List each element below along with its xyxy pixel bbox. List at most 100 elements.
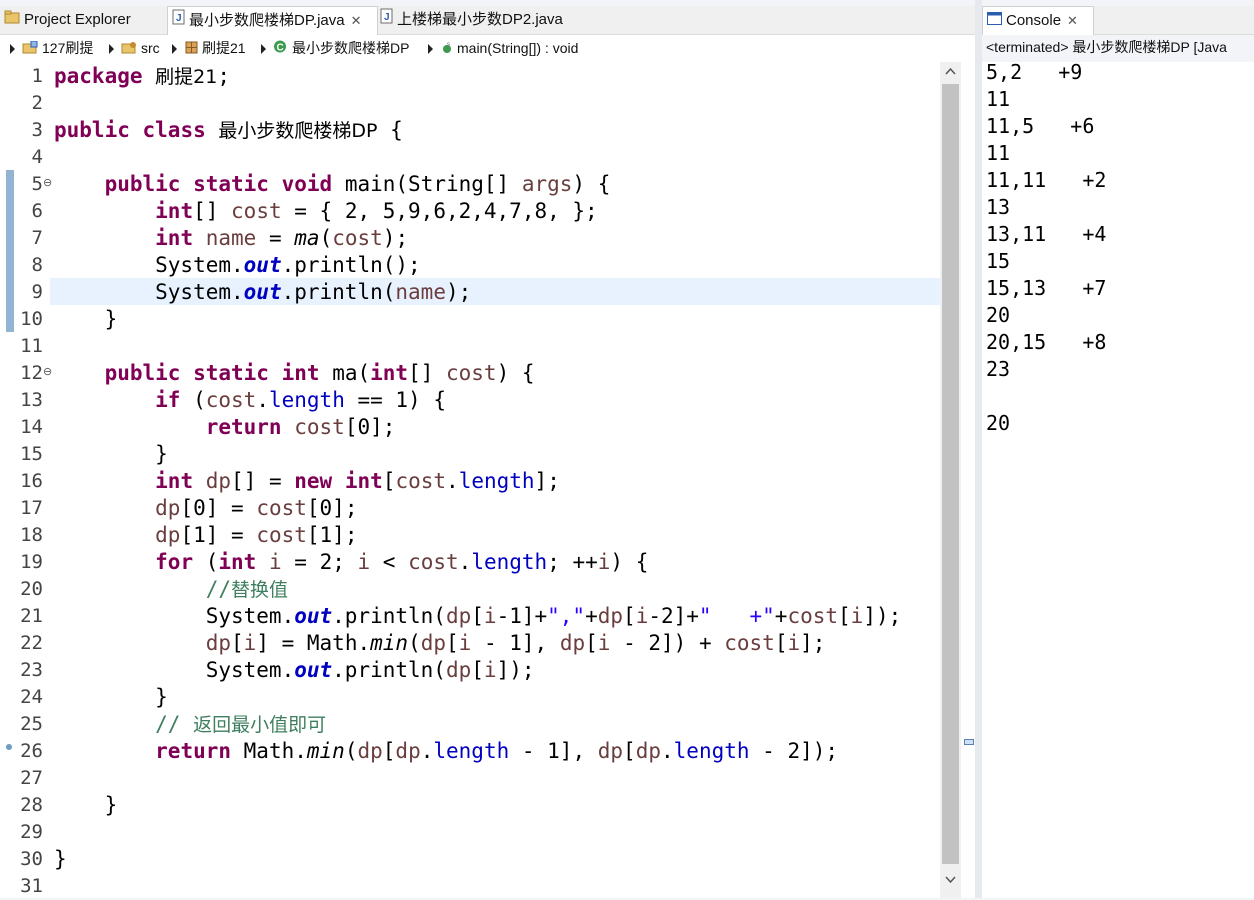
console-line: 11,11 +2 <box>986 168 1107 192</box>
code-text: ); <box>445 280 472 304</box>
scroll-up-icon[interactable] <box>943 64 958 80</box>
line-number: 5 <box>31 173 43 195</box>
console-line: 13,11 +4 <box>986 222 1107 246</box>
line-number: 19 <box>20 551 43 573</box>
overview-ruler-marker[interactable] <box>964 739 974 745</box>
code-comment: // <box>155 712 194 736</box>
line-number: 31 <box>20 875 43 897</box>
code-text: . <box>420 739 434 763</box>
panel-divider[interactable] <box>975 0 982 898</box>
code-variable: dp <box>155 496 181 520</box>
code-text: + <box>774 604 788 628</box>
close-icon[interactable]: ✕ <box>351 13 362 28</box>
code-variable: dp <box>597 739 624 763</box>
package-icon <box>185 36 198 63</box>
code-text: ]; <box>534 469 560 493</box>
breadcrumb: 127刷提 src 刷提21 C 最小步数爬楼梯DP s main(String[]… <box>0 35 975 62</box>
code-text: [ <box>446 631 459 655</box>
code-text: [] <box>408 361 446 385</box>
code-field: length <box>433 739 510 763</box>
code-line-3: public class 最小步数爬楼梯DP { <box>54 117 403 144</box>
breadcrumb-class[interactable]: C 最小步数爬楼梯DP <box>273 35 409 63</box>
code-variable: i <box>483 604 497 628</box>
tab-console[interactable]: Console ✕ <box>982 6 1094 35</box>
code-keyword: if <box>155 388 181 412</box>
code-keyword: int <box>155 199 194 223</box>
tab-other-file[interactable]: J 上楼梯最小步数DP2.java <box>380 6 580 34</box>
code-variable: dp <box>155 523 181 547</box>
code-line-24: } <box>54 685 168 709</box>
tab-label: Project Explorer <box>24 11 131 28</box>
method-icon: s <box>441 36 453 63</box>
tab-active-file[interactable]: J 最小步数爬楼梯DP.java ✕ <box>167 6 378 35</box>
source-folder-icon <box>121 36 137 63</box>
scrollbar-thumb[interactable] <box>942 84 959 864</box>
code-text: System. <box>54 658 295 682</box>
tab-project-explorer[interactable]: Project Explorer <box>4 6 164 34</box>
line-number: 30 <box>20 848 43 870</box>
breadcrumb-method[interactable]: s main(String[]) : void <box>441 35 578 63</box>
code-keyword: public <box>54 118 130 142</box>
code-variable: dp <box>445 604 472 628</box>
code-variable: dp <box>597 604 624 628</box>
code-text: System. <box>54 280 244 304</box>
scroll-down-icon[interactable] <box>943 871 958 887</box>
code-text: .println( <box>332 604 446 628</box>
code-variable: i <box>850 604 864 628</box>
code-variable: dp <box>635 739 661 763</box>
code-variable: cost <box>256 523 307 547</box>
breadcrumb-src[interactable]: src <box>121 35 160 63</box>
code-text: .println(); <box>281 253 421 277</box>
console-line: 20,15 +8 <box>986 330 1107 354</box>
code-variable: i <box>243 631 257 655</box>
code-text: . <box>458 550 472 574</box>
collapse-icon[interactable]: ⊖ <box>43 176 52 189</box>
code-field: length <box>471 550 548 574</box>
code-line-13: if (cost.length == 1) { <box>54 387 446 414</box>
code-keyword: for <box>155 550 194 574</box>
code-keyword: public <box>104 172 181 196</box>
code-line-17: dp[0] = cost[0]; <box>54 495 357 522</box>
code-variable: cost <box>724 631 775 655</box>
breadcrumb-package[interactable]: 刷提21 <box>185 35 246 63</box>
code-keyword: void <box>281 172 333 196</box>
code-text: ) { <box>610 550 649 574</box>
code-text: [0]; <box>306 496 358 520</box>
line-number: 10 <box>20 308 43 330</box>
code-variable: cost <box>332 226 383 250</box>
line-number: 4 <box>31 146 43 168</box>
console-line: 11 <box>986 141 1011 165</box>
code-text: -1]+ <box>496 604 548 628</box>
code-text: - 2]); <box>749 739 839 763</box>
code-keyword: static <box>193 361 269 385</box>
occurrence-marker-icon <box>6 744 12 750</box>
code-text: System. <box>54 604 295 628</box>
code-field: length <box>458 469 535 493</box>
code-keyword: class <box>142 118 206 142</box>
code-text: [ <box>471 658 484 682</box>
code-text: ) { <box>496 361 535 385</box>
code-static-field: out <box>294 658 333 682</box>
line-number: 7 <box>31 227 43 249</box>
chevron-right-icon <box>172 44 177 54</box>
code-text: = { 2, 5,9,6,2,4,7,8, }; <box>281 199 598 223</box>
code-text: ]); <box>496 658 535 682</box>
code-line-18: dp[1] = cost[1]; <box>54 522 357 549</box>
code-text: System. <box>54 253 244 277</box>
code-text: [ <box>231 631 244 655</box>
breadcrumb-project[interactable]: 127刷提 <box>22 35 93 63</box>
code-text: [0]; <box>344 415 396 439</box>
collapse-icon[interactable]: ⊖ <box>43 365 52 378</box>
code-keyword: int <box>218 550 257 574</box>
close-icon[interactable]: ✕ <box>1067 13 1078 28</box>
code-keyword: int <box>155 469 194 493</box>
code-keyword: int <box>370 361 409 385</box>
